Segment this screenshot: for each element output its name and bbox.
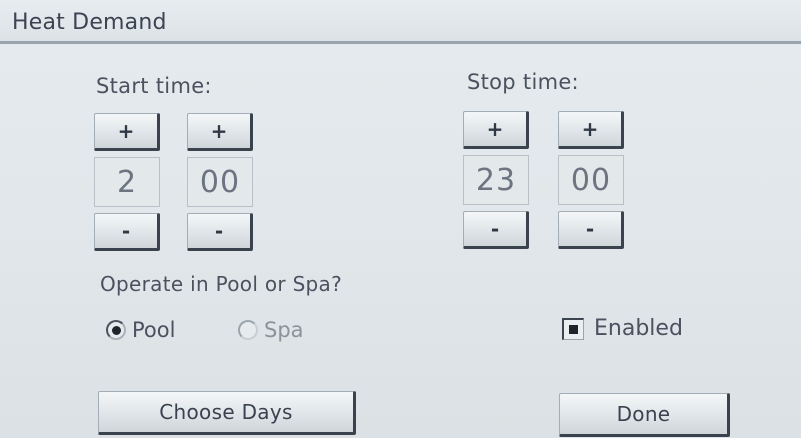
enabled-label: Enabled — [594, 316, 683, 341]
spa-radio-label: Spa — [264, 318, 304, 342]
start-minute-value: 00 — [187, 157, 253, 207]
start-hour-minus-button[interactable]: - — [94, 213, 160, 251]
start-hour-plus-button[interactable]: + — [94, 113, 160, 151]
operate-question-label: Operate in Pool or Spa? — [100, 272, 343, 296]
start-minute-plus-button[interactable]: + — [187, 113, 253, 151]
stop-time-label: Stop time: — [467, 70, 579, 94]
start-minute-minus-button[interactable]: - — [187, 213, 253, 251]
stop-minute-value: 00 — [558, 155, 624, 205]
pool-radio-icon — [106, 320, 126, 340]
enabled-checkbox[interactable]: Enabled — [562, 316, 683, 341]
radio-selected-dot-icon — [111, 325, 121, 335]
stop-minute-minus-button[interactable]: - — [558, 211, 624, 249]
spa-radio[interactable]: Spa — [238, 318, 304, 342]
page-title: Heat Demand — [12, 10, 167, 35]
stop-hour-value: 23 — [463, 155, 529, 205]
title-bar: Heat Demand — [0, 0, 801, 44]
spa-radio-icon — [238, 320, 258, 340]
enabled-checkbox-box — [562, 317, 584, 340]
checked-square-icon — [569, 324, 578, 334]
start-hour-value: 2 — [94, 157, 160, 207]
stop-hour-minus-button[interactable]: - — [463, 211, 529, 249]
done-button[interactable]: Done — [559, 393, 730, 437]
stop-hour-plus-button[interactable]: + — [463, 111, 529, 149]
pool-radio[interactable]: Pool — [106, 318, 175, 342]
heat-demand-screen: Heat Demand Start time: + + 2 00 - - Sto… — [0, 0, 801, 438]
pool-radio-label: Pool — [132, 318, 176, 342]
start-time-label: Start time: — [96, 74, 212, 98]
choose-days-button[interactable]: Choose Days — [98, 391, 356, 435]
stop-minute-plus-button[interactable]: + — [558, 111, 624, 149]
